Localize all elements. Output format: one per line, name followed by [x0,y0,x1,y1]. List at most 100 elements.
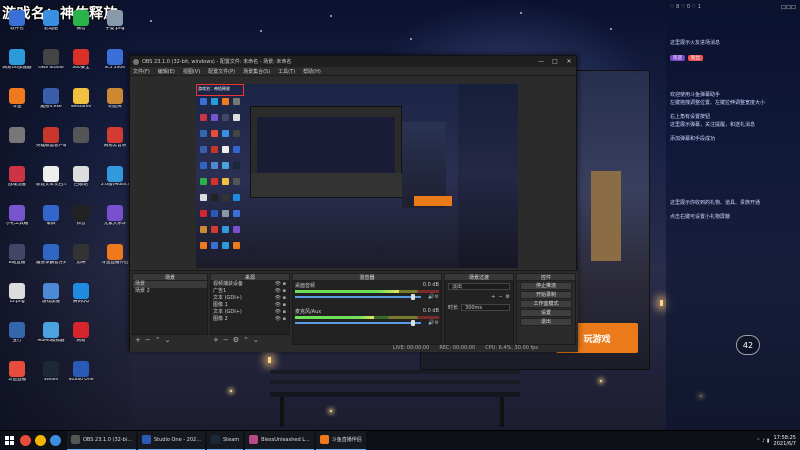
desktop-shortcut[interactable]: 软件包 [2,10,32,32]
taskbar-task[interactable]: OBS 23.1.0 (32-bi... [67,430,136,450]
desktop-shortcut[interactable]: 360安全 [66,49,96,71]
speaker-gear-icon[interactable]: 🔊⚙ [428,294,439,300]
desktop-shortcut[interactable]: 8.5 5304 [100,49,130,71]
desktop-shortcut[interactable]: 新建文本文档.txt [36,166,66,188]
up-icon[interactable]: ⌃ [243,336,249,344]
exit-button[interactable]: 退出 [520,318,572,326]
speaker-gear-icon[interactable]: 🔊⚙ [428,320,439,326]
desktop-shortcut[interactable]: OBS Studio [36,49,66,71]
desktop-shortcut[interactable] [2,127,32,144]
menu-scene-collection[interactable]: 场景集合(S) [243,68,270,75]
desktop-shortcut[interactable]: 录屏 [36,205,66,227]
volume-fader[interactable]: 🔊⚙ [295,320,439,326]
desktop-shortcut[interactable]: 元素大乐斗 [100,205,130,227]
desktop-shortcut[interactable]: 明星库 [100,88,130,110]
desktop-shortcut[interactable]: 斗鱼直播伴侣 [100,244,130,266]
fader-knob[interactable] [411,320,416,326]
desktop-shortcut[interactable]: 1z.png [2,283,32,305]
desktop-shortcut[interactable]: 魔兽4.exe [36,88,66,110]
desktop-shortcut[interactable]: 网易云音乐 [100,127,130,149]
fader-knob[interactable] [411,294,416,300]
taskbar-clock[interactable]: 17:58:25 2021/6/7 [774,435,796,447]
desktop-shortcut[interactable]: WeGame [66,88,96,110]
scene-item[interactable]: 场景 2 [133,288,207,295]
desktop-shortcut[interactable]: 腾讯QQ [66,283,96,305]
settings-button[interactable]: 设置 [520,309,572,317]
chat-controls[interactable]: 口口口 [781,4,796,14]
start-recording-button[interactable]: 开始录制 [520,291,572,299]
desktop-shortcut[interactable] [66,127,96,144]
menu-profile[interactable]: 配置文件(P) [208,68,235,75]
desktop-shortcut[interactable]: Studio One [66,361,96,383]
up-icon[interactable]: ⌃ [155,336,161,344]
add-icon[interactable]: + [213,336,219,344]
gear-icon[interactable]: ⚙ [233,336,239,344]
eye-icon[interactable]: 👁 ▪ [275,281,286,288]
source-item[interactable]: 图像 1 👁 ▪ [211,302,289,309]
browser-icon[interactable] [35,435,46,446]
source-item[interactable]: 文本 (GDI+) 👁 ▪ [211,309,289,316]
desktop-shortcut[interactable]: Steam [36,361,66,383]
remove-icon[interactable]: − [223,336,229,344]
obs-preview[interactable]: 游戏名：神佑释放 [196,84,518,268]
menu-edit[interactable]: 编辑(E) [158,68,175,75]
source-item[interactable]: 文本 (GDI+) 👁 ▪ [211,295,289,302]
remove-icon[interactable]: − [498,294,502,300]
desktop-shortcut[interactable]: 宁夏.png [100,10,130,32]
tray-icons[interactable]: ⌃ ♪ ▮ [756,438,769,444]
start-button[interactable] [0,431,18,450]
desktop-shortcut[interactable]: 回收站 [66,166,96,188]
eye-icon[interactable]: 👁 ▪ [275,316,286,323]
menu-tools[interactable]: 工具(T) [278,68,295,75]
volume-fader[interactable]: 🔊⚙ [295,294,439,300]
source-item[interactable]: 视频捕获设备 👁 ▪ [211,281,289,288]
down-icon[interactable]: ⌄ [253,336,259,344]
add-icon[interactable]: + [135,336,141,344]
taskbar-task[interactable]: Studio One - 202... [137,430,205,450]
scene-item[interactable]: 场景 [133,281,207,288]
studio-mode-button[interactable]: 工作室模式 [520,300,572,308]
desktop-shortcut[interactable]: 斗鱼直播 [2,361,32,383]
source-item[interactable]: 广告1 👁 ▪ [211,288,289,295]
desktop-shortcut[interactable]: 抖音 [66,205,96,227]
desktop-shortcut[interactable]: 2.0版(Music) [100,166,130,188]
desktop-shortcut[interactable]: 网易 [66,322,96,344]
menu-help[interactable]: 帮助(H) [303,68,321,75]
remove-icon[interactable]: − [145,336,151,344]
add-icon[interactable]: + [491,294,495,300]
taskbar-task[interactable]: BlessUnleashed L... [245,430,314,450]
desktop-shortcut[interactable]: 游戏加速 [36,283,66,305]
menu-view[interactable]: 视图(V) [183,68,200,75]
close-button[interactable]: ✕ [562,56,576,67]
maximize-button[interactable]: □ [548,56,562,67]
taskbar-task[interactable]: Steam [206,430,244,450]
gear-icon[interactable]: ⚙ [506,294,510,300]
down-icon[interactable]: ⌄ [165,336,171,344]
desktop-shortcut[interactable]: 小礼工具箱 [2,205,32,227]
quick-launch-icon[interactable] [20,435,31,446]
desktop-shortcut[interactable]: 斗鱼 [2,88,32,110]
menu-file[interactable]: 文件(F) [133,68,150,75]
obs-window[interactable]: OBS 23.1.0 (32-bit, windows) - 配置文件: 未命名… [129,55,578,352]
desktop-shortcut[interactable]: 网易UU加速器 [2,49,32,71]
desktop-shortcut[interactable]: 剪映 [66,244,96,266]
stop-streaming-button[interactable]: 停止推流 [520,282,572,290]
quick-launch-icon[interactable] [50,435,61,446]
desktop-shortcut[interactable]: 五行 [2,322,32,344]
source-item[interactable]: 图像 2 👁 ▪ [211,316,289,323]
desktop-shortcut[interactable]: 此电脑 [36,10,66,32]
desktop-shortcut[interactable]: 魔兽争霸官方对战平台 [36,244,66,266]
desktop-shortcut[interactable]: B站直播 [2,244,32,266]
desktop-shortcut[interactable]: MuMu模拟器 [36,322,66,344]
duration-input[interactable]: 300ms [461,304,510,311]
taskbar-task[interactable]: 斗鱼直播伴侣 [315,430,366,450]
eye-icon[interactable]: 👁 ▪ [275,302,286,309]
transition-select[interactable]: 淡出 [448,283,510,290]
desktop-shortcut[interactable]: 微信 [66,10,96,32]
desktop-shortcut[interactable]: 战魂觉醒 [2,166,32,188]
desktop-shortcut[interactable]: 英雄联盟客户端 [36,127,66,149]
minimize-button[interactable]: — [534,56,548,67]
obs-titlebar[interactable]: OBS 23.1.0 (32-bit, windows) - 配置文件: 未命名… [130,56,576,67]
eye-icon[interactable]: 👁 ▪ [275,288,286,295]
eye-icon[interactable]: 👁 ▪ [275,309,286,316]
